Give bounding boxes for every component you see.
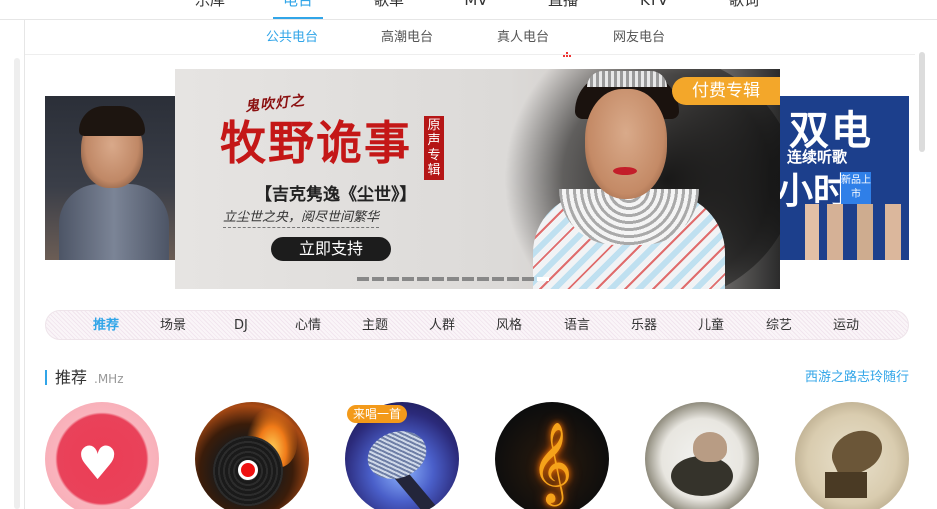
top-nav: 乐库 电台 歌单 MV 直播 KTV 歌词 [0,0,937,20]
prev-slide-hair-image [79,106,145,136]
carousel-dot[interactable] [522,277,534,281]
active-tab-indicator [273,17,323,19]
subnav-public-radio[interactable]: 公共电台 [266,29,318,47]
left-panel-edge [0,20,25,509]
radio-card-turntable[interactable] [645,402,759,509]
next-slide-group-photo [805,204,909,260]
section-promo-link[interactable]: 西游之路志玲随行 [805,369,909,387]
banner-next-slide[interactable]: 双电 连续听歌 小时 新品上市 [779,96,909,260]
category-kids[interactable]: 儿童 [698,311,724,341]
section-title: 推荐 [55,368,88,387]
subnav-live-radio[interactable]: 真人电台 [497,29,549,47]
section-subtitle: .MHz [94,372,124,386]
sing-one-tag: 来唱一首 [347,405,408,423]
radio-card-fire-vinyl[interactable] [195,402,309,509]
subnav-divider [25,54,915,55]
nav-tab-ktv[interactable]: KTV [614,0,694,11]
next-slide-new-tag: 新品上市 [841,172,871,204]
page-scrollbar[interactable] [916,52,928,509]
turntable-icon [671,456,733,496]
radio-page: 乐库 电台 歌单 MV 直播 KTV 歌词 公共电台 高潮电台 真人电台 网友电… [0,0,937,509]
carousel-dot[interactable] [417,277,429,281]
nav-tab-lyrics[interactable]: 歌词 [704,0,784,11]
category-variety[interactable]: 综艺 [766,311,792,341]
category-audience[interactable]: 人群 [429,311,455,341]
category-sports[interactable]: 运动 [833,311,859,341]
nav-tab-radio[interactable]: 电台 [258,0,338,11]
carousel-dot[interactable] [372,277,384,281]
carousel-dot[interactable] [507,277,519,281]
nav-tab-live[interactable]: 直播 [523,0,603,11]
section-accent-bar [45,370,47,385]
banner-main-slide[interactable]: 鬼吹灯之 牧野诡事 原声专辑 【吉克隽逸《尘世》】 立尘世之央，阅尽世间繁华 立… [175,69,780,289]
radio-card-gramophone[interactable] [795,402,909,509]
left-scroll-track[interactable] [14,58,20,509]
radio-card-favorites[interactable]: ♥ [45,402,159,509]
carousel-dots [357,277,549,281]
category-bar: 推荐 场景 DJ 心情 主题 人群 风格 语言 乐器 儿童 综艺 运动 [45,310,909,340]
carousel-dot[interactable] [432,277,444,281]
heart-icon: ♥ [77,436,119,490]
category-language[interactable]: 语言 [564,311,590,341]
category-theme[interactable]: 主题 [362,311,388,341]
prev-slide-person-image [59,184,169,260]
nav-tab-library[interactable]: 乐库 [170,0,250,11]
banner-seal: 原声专辑 [424,116,444,180]
category-scene[interactable]: 场景 [160,311,186,341]
category-dj[interactable]: DJ [234,311,248,341]
carousel-dot[interactable] [387,277,399,281]
microphone-icon [360,423,434,487]
paid-album-badge: 付费专辑 [672,77,780,105]
vinyl-label-icon [238,460,258,480]
dj-hand-image [693,432,727,462]
carousel-dot[interactable] [447,277,459,281]
support-button[interactable]: 立即支持 [271,237,391,261]
category-style[interactable]: 风格 [496,311,522,341]
singer-lips-image [613,167,637,175]
singer-face-image [585,89,667,199]
banner-subtitle: 【吉克隽逸《尘世》】 [255,185,417,205]
category-recommend[interactable]: 推荐 [93,311,119,341]
nav-tab-playlists[interactable]: 歌单 [349,0,429,11]
carousel-dot[interactable] [462,277,474,281]
carousel-dot[interactable] [402,277,414,281]
singer-headdress-image [587,71,667,87]
banner-prev-slide[interactable] [45,96,175,260]
treble-clef-icon: 𝄞 [531,421,573,503]
radio-card-treble-clef[interactable]: 𝄞 [495,402,609,509]
banner-tagline: 立尘世之央，阅尽世间繁华 [223,206,380,228]
carousel-dot[interactable] [477,277,489,281]
category-mood[interactable]: 心情 [295,311,321,341]
nav-tab-mv[interactable]: MV [436,0,516,11]
subnav-user-radio[interactable]: 网友电台 [613,29,665,47]
carousel-dot[interactable] [537,277,549,281]
carousel-dot[interactable] [357,277,369,281]
category-instrument[interactable]: 乐器 [631,311,657,341]
carousel-dot[interactable] [492,277,504,281]
gramophone-box-icon [825,472,867,498]
banner-title: 牧野诡事 [220,116,412,170]
subnav-climax-radio[interactable]: 高潮电台 [381,29,433,47]
scrollbar-thumb[interactable] [919,52,925,152]
